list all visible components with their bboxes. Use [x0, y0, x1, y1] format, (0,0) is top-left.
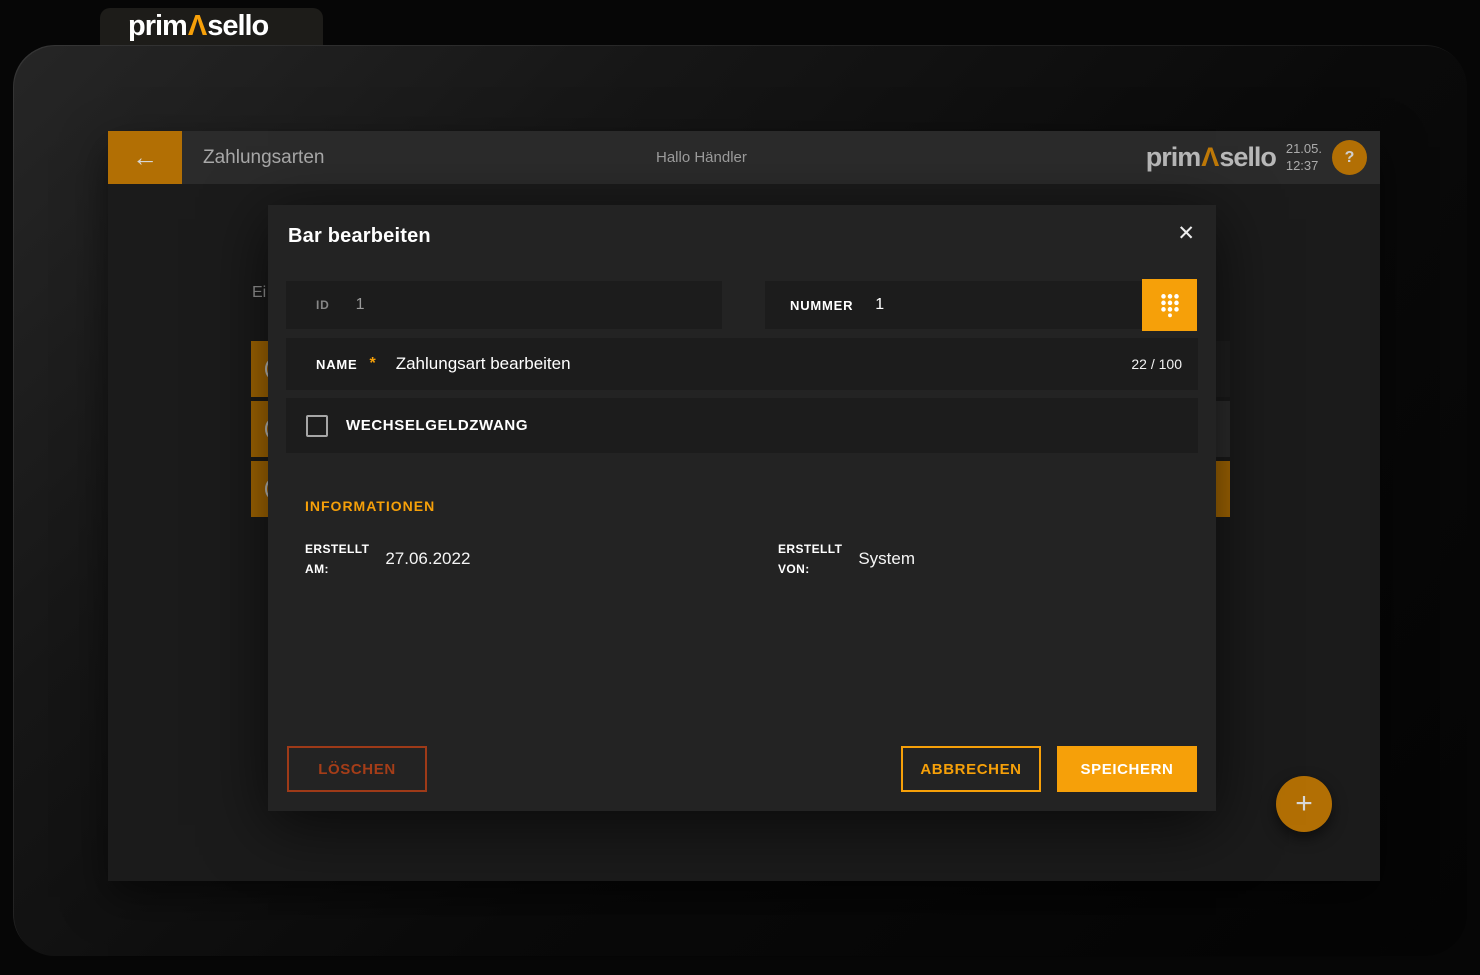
header-brand-prefix: prim [1145, 142, 1202, 172]
brand-logo: primΛsello [128, 10, 269, 43]
cancel-button[interactable]: ABBRECHEN [901, 746, 1041, 792]
delete-button[interactable]: LÖSCHEN [287, 746, 427, 792]
close-button[interactable]: ✕ [1173, 219, 1199, 248]
created-at-row: ERSTELLT AM: 27.06.2022 [305, 539, 470, 580]
id-value: 1 [355, 296, 365, 313]
help-button[interactable]: ? [1332, 140, 1367, 175]
close-icon: ✕ [1177, 222, 1195, 245]
created-at-label: ERSTELLT AM: [305, 539, 369, 580]
stage: primΛsello ← Zahlungsarten Hallo Händler… [0, 0, 1480, 975]
edit-payment-dialog: Bar bearbeiten ✕ ID 1 NUMMER NAME * [268, 205, 1216, 811]
page-title: Zahlungsarten [203, 146, 325, 168]
created-by-value: System [858, 549, 915, 569]
brand-logo-suffix: sello [207, 10, 269, 42]
created-at-value: 27.06.2022 [385, 549, 471, 569]
brand-logo-tab: primΛsello [100, 8, 323, 45]
name-label: NAME [316, 356, 358, 372]
add-payment-method-button[interactable]: + [1276, 776, 1332, 832]
nummer-field[interactable]: NUMMER [765, 281, 1142, 329]
wechselgeldzwang-row[interactable]: WECHSELGELDZWANG [286, 398, 1198, 453]
brand-lambda-icon: Λ [187, 10, 207, 42]
header-brand-lambda-icon: Λ [1201, 142, 1219, 172]
date-text: 21.05. [1285, 140, 1322, 156]
help-icon: ? [1344, 148, 1355, 166]
required-asterisk: * [369, 355, 376, 372]
nummer-label: NUMMER [790, 297, 854, 313]
char-counter: 22 / 100 [1131, 356, 1182, 372]
header-brand-suffix: sello [1219, 142, 1277, 172]
created-by-label: ERSTELLT VON: [778, 539, 842, 580]
dialpad-icon [1160, 294, 1179, 318]
name-input[interactable] [395, 354, 1120, 374]
keypad-button[interactable] [1142, 279, 1197, 331]
wechselgeldzwang-checkbox[interactable] [306, 414, 328, 437]
created-at-label-line2: AM: [305, 562, 329, 577]
back-button[interactable]: ← [108, 131, 182, 184]
background-text-fragment: Ei [252, 284, 267, 301]
info-section-heading: INFORMATIONEN [305, 498, 436, 514]
header-brand-logo: primΛsello [1145, 142, 1277, 173]
brand-logo-prefix: prim [128, 10, 188, 42]
back-arrow-icon: ← [132, 142, 158, 172]
header-right: primΛsello 21.05. 12:37 ? [1146, 131, 1367, 184]
save-button[interactable]: SPEICHERN [1057, 746, 1197, 792]
created-by-label-line2: VON: [778, 562, 810, 577]
nummer-input[interactable] [875, 296, 1142, 314]
created-by-label-line1: ERSTELLT [778, 542, 843, 556]
greeting-text: Hallo Händler [656, 149, 747, 166]
created-by-row: ERSTELLT VON: System [778, 539, 915, 580]
time-text: 12:37 [1285, 157, 1319, 173]
name-field[interactable]: NAME * 22 / 100 [286, 338, 1198, 390]
id-label: ID [316, 298, 330, 312]
plus-icon: + [1295, 787, 1313, 820]
wechselgeldzwang-label: WECHSELGELDZWANG [346, 417, 529, 434]
created-at-label-line1: ERSTELLT [305, 542, 370, 556]
dialog-title: Bar bearbeiten [288, 225, 431, 247]
app-header: ← Zahlungsarten Hallo Händler primΛsello… [108, 131, 1380, 184]
datetime: 21.05. 12:37 [1286, 141, 1322, 175]
id-field: ID 1 [286, 281, 722, 329]
